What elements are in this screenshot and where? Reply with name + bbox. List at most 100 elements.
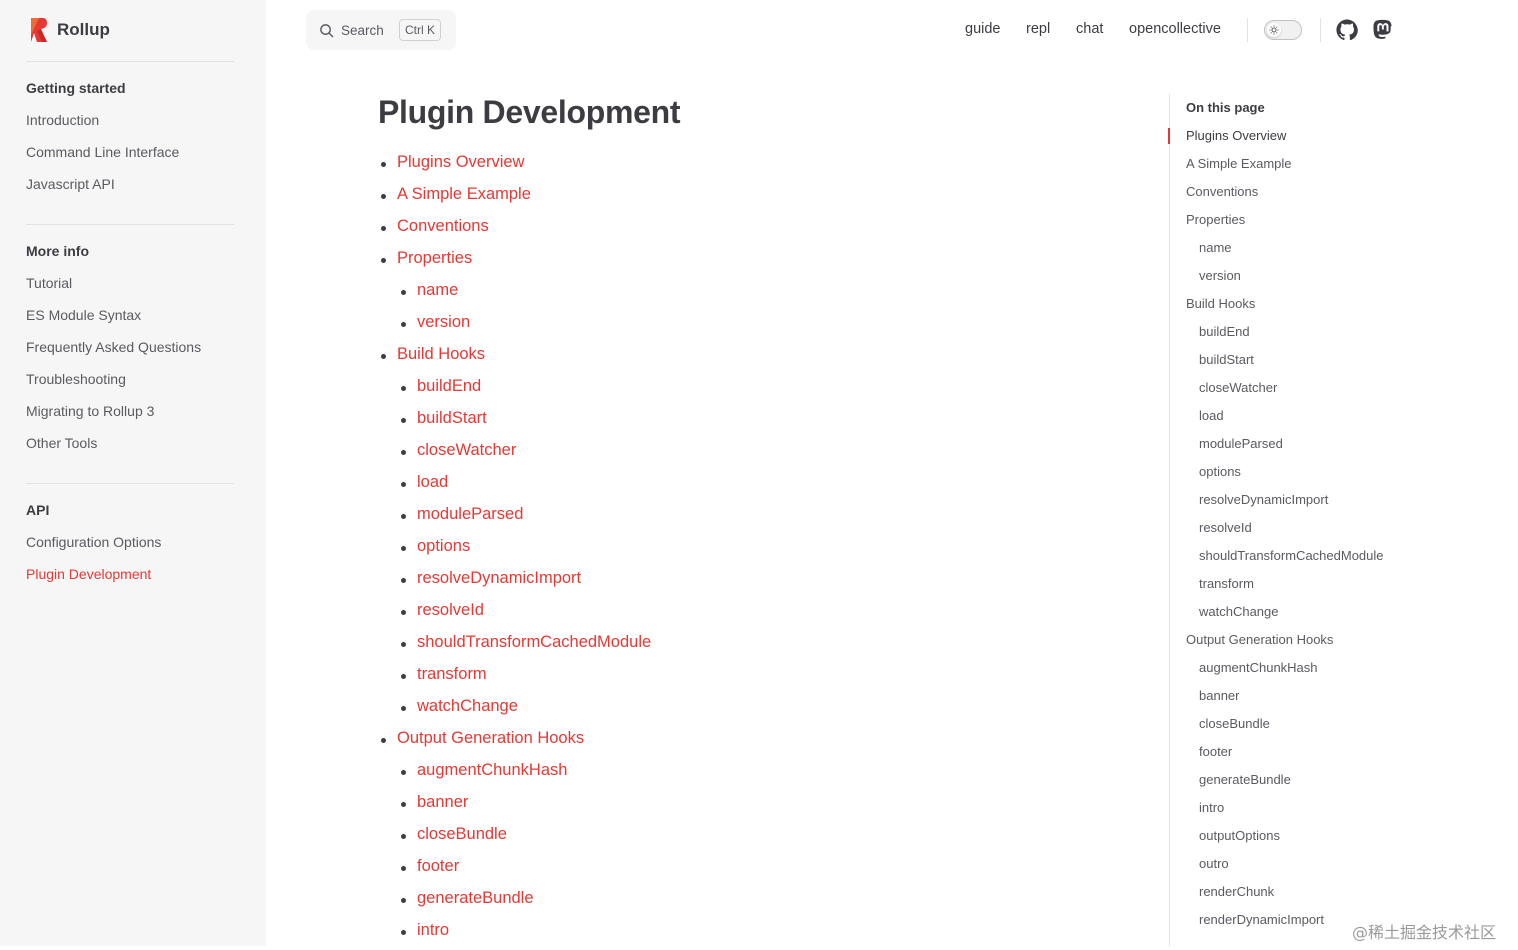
outline-item-resolvedynamicimport[interactable]: resolveDynamicImport: [1186, 492, 1391, 520]
outline-item-plugins-overview[interactable]: Plugins Overview: [1186, 128, 1391, 156]
toc-link-conventions[interactable]: Conventions: [397, 217, 489, 236]
sidebar-item-troubleshooting[interactable]: Troubleshooting: [26, 371, 126, 387]
toggle-knob: [1267, 23, 1281, 37]
toc-link-resolveid[interactable]: resolveId: [417, 601, 484, 620]
toc-link-build-hooks[interactable]: Build Hooks: [397, 345, 485, 364]
page-title: Plugin Development: [378, 94, 681, 130]
sidebar: Rollup Getting started Introduction Comm…: [0, 0, 266, 946]
bullet: [401, 482, 406, 487]
toc-link-footer[interactable]: footer: [417, 857, 459, 876]
bullet: [401, 834, 406, 839]
outline-item-transform[interactable]: transform: [1186, 576, 1391, 604]
outline-item-footer[interactable]: footer: [1186, 744, 1391, 772]
bullet: [401, 578, 406, 583]
nav-divider: [1320, 18, 1321, 42]
bullet: [401, 674, 406, 679]
outline-item-renderchunk[interactable]: renderChunk: [1186, 884, 1391, 912]
toc-link-transform[interactable]: transform: [417, 665, 487, 684]
toc-link-intro[interactable]: intro: [417, 921, 449, 940]
toc-link-options[interactable]: options: [417, 537, 470, 556]
bullet: [401, 770, 406, 775]
nav-link-opencollective[interactable]: opencollective: [1129, 21, 1221, 37]
toc-link-moduleparsed[interactable]: moduleParsed: [417, 505, 523, 524]
rollup-logo-icon: [31, 18, 47, 42]
outline-item-intro[interactable]: intro: [1186, 800, 1391, 828]
toc-link-properties[interactable]: Properties: [397, 249, 472, 268]
outline-active-marker: [1168, 128, 1170, 144]
sidebar-divider: [26, 483, 234, 484]
sidebar-item-tutorial[interactable]: Tutorial: [26, 275, 72, 291]
outline-item-version[interactable]: version: [1186, 268, 1391, 296]
toc-link-resolvedynamicimport[interactable]: resolveDynamicImport: [417, 569, 581, 588]
bullet: [401, 930, 406, 935]
brand-link[interactable]: Rollup: [28, 17, 110, 43]
nav-link-guide[interactable]: guide: [965, 21, 1000, 37]
toc-link-generatebundle[interactable]: generateBundle: [417, 889, 534, 908]
toc-link-a-simple-example[interactable]: A Simple Example: [397, 185, 531, 204]
outline-title: On this page: [1186, 100, 1265, 115]
outline-item-buildstart[interactable]: buildStart: [1186, 352, 1391, 380]
sidebar-item-plugin-development[interactable]: Plugin Development: [26, 566, 151, 582]
bullet: [381, 162, 386, 167]
nav-link-chat[interactable]: chat: [1076, 21, 1103, 37]
nav-divider: [1247, 18, 1248, 42]
sidebar-item-javascript-api[interactable]: Javascript API: [26, 176, 115, 192]
toc-link-banner[interactable]: banner: [417, 793, 468, 812]
bullet: [401, 546, 406, 551]
bullet: [401, 610, 406, 615]
sidebar-item-cli[interactable]: Command Line Interface: [26, 144, 179, 160]
toc-link-buildstart[interactable]: buildStart: [417, 409, 487, 428]
outline-item-moduleparsed[interactable]: moduleParsed: [1186, 436, 1391, 464]
outline-item-build-hooks[interactable]: Build Hooks: [1186, 296, 1391, 324]
toc-link-watchchange[interactable]: watchChange: [417, 697, 518, 716]
sidebar-item-introduction[interactable]: Introduction: [26, 112, 99, 128]
outline-item-conventions[interactable]: Conventions: [1186, 184, 1391, 212]
github-icon[interactable]: [1336, 19, 1358, 41]
bullet: [381, 258, 386, 263]
toc-link-name[interactable]: name: [417, 281, 458, 300]
search-label: Search: [341, 23, 384, 38]
outline-item-banner[interactable]: banner: [1186, 688, 1391, 716]
outline-item-outputoptions[interactable]: outputOptions: [1186, 828, 1391, 856]
toc-link-load[interactable]: load: [417, 473, 448, 492]
search-button[interactable]: Search Ctrl K: [306, 10, 456, 50]
sidebar-item-faq[interactable]: Frequently Asked Questions: [26, 339, 201, 355]
bullet: [401, 450, 406, 455]
sidebar-divider: [26, 61, 234, 62]
outline-item-watchchange[interactable]: watchChange: [1186, 604, 1391, 632]
outline-item-closewatcher[interactable]: closeWatcher: [1186, 380, 1391, 408]
mastodon-icon[interactable]: [1372, 19, 1394, 41]
outline-item-properties[interactable]: Properties: [1186, 212, 1391, 240]
outline-item-name[interactable]: name: [1186, 240, 1391, 268]
outline-item-options[interactable]: options: [1186, 464, 1391, 492]
toc-link-version[interactable]: version: [417, 313, 470, 332]
sidebar-item-configuration-options[interactable]: Configuration Options: [26, 534, 161, 550]
toc-link-closewatcher[interactable]: closeWatcher: [417, 441, 516, 460]
outline-item-closebundle[interactable]: closeBundle: [1186, 716, 1391, 744]
search-shortcut: Ctrl K: [399, 19, 441, 41]
outline-item-augmentchunkhash[interactable]: augmentChunkHash: [1186, 660, 1391, 688]
outline-item-outro[interactable]: outro: [1186, 856, 1391, 884]
outline-item-load[interactable]: load: [1186, 408, 1391, 436]
theme-toggle[interactable]: [1264, 20, 1302, 40]
toc-link-shouldtransformcachedmodule[interactable]: shouldTransformCachedModule: [417, 633, 651, 652]
toc-link-buildend[interactable]: buildEnd: [417, 377, 481, 396]
toc-link-plugins-overview[interactable]: Plugins Overview: [397, 153, 524, 172]
outline-item-buildend[interactable]: buildEnd: [1186, 324, 1391, 352]
nav-link-repl[interactable]: repl: [1026, 21, 1050, 37]
toc-link-output-generation-hooks[interactable]: Output Generation Hooks: [397, 729, 584, 748]
sun-icon: [1269, 25, 1279, 35]
outline-item-shouldtransformcachedmodule[interactable]: shouldTransformCachedModule: [1186, 548, 1391, 576]
outline-item-a-simple-example[interactable]: A Simple Example: [1186, 156, 1391, 184]
sidebar-divider: [26, 224, 234, 225]
toc-link-closebundle[interactable]: closeBundle: [417, 825, 507, 844]
sidebar-item-other-tools[interactable]: Other Tools: [26, 435, 97, 451]
toc-link-augmentchunkhash[interactable]: augmentChunkHash: [417, 761, 567, 780]
sidebar-item-migrating[interactable]: Migrating to Rollup 3: [26, 403, 154, 419]
outline-item-generatebundle[interactable]: generateBundle: [1186, 772, 1391, 800]
bullet: [401, 514, 406, 519]
outline-item-output-generation-hooks[interactable]: Output Generation Hooks: [1186, 632, 1391, 660]
sidebar-item-es-module-syntax[interactable]: ES Module Syntax: [26, 307, 141, 323]
outline-item-resolveid[interactable]: resolveId: [1186, 520, 1391, 548]
bullet: [401, 706, 406, 711]
